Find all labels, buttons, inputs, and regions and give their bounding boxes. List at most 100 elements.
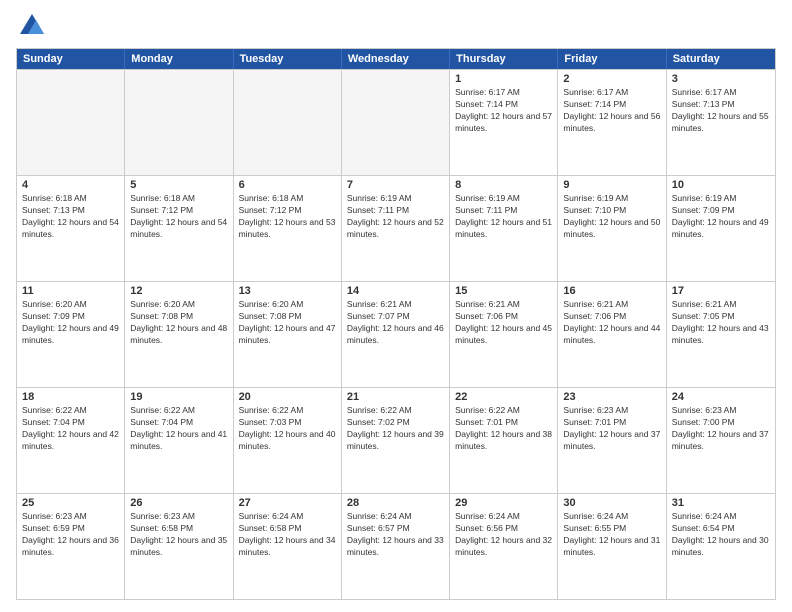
cell-info: Sunrise: 6:24 AMSunset: 6:57 PMDaylight:… (347, 511, 444, 559)
calendar-row-0: 1 Sunrise: 6:17 AMSunset: 7:14 PMDaylight… (17, 69, 775, 175)
cell-info: Sunrise: 6:24 AMSunset: 6:58 PMDaylight:… (239, 511, 336, 559)
header-cell-saturday: Saturday (667, 49, 775, 69)
calendar: SundayMondayTuesdayWednesdayThursdayFrid… (16, 48, 776, 600)
day-number: 29 (455, 497, 552, 509)
calendar-cell: 16Sunrise: 6:21 AMSunset: 7:06 PMDayligh… (558, 282, 666, 387)
cell-info: Sunrise: 6:22 AMSunset: 7:01 PMDaylight:… (455, 405, 552, 453)
calendar-cell: 30 Sunrise: 6:24 AMSunset: 6:55 PMDayligh… (558, 494, 666, 599)
calendar-cell: 18Sunrise: 6:22 AMSunset: 7:04 PMDayligh… (17, 388, 125, 493)
calendar-cell: 20 Sunrise: 6:22 AMSunset: 7:03 PMDayligh… (234, 388, 342, 493)
cell-info: Sunrise: 6:21 AMSunset: 7:05 PMDaylight:… (672, 299, 770, 347)
cell-info: Sunrise: 6:21 AMSunset: 7:07 PMDaylight:… (347, 299, 444, 347)
calendar-cell: 21 Sunrise: 6:22 AMSunset: 7:02 PMDayligh… (342, 388, 450, 493)
calendar-cell: 3 Sunrise: 6:17 AMSunset: 7:13 PMDaylight… (667, 70, 775, 175)
calendar-cell: 17Sunrise: 6:21 AMSunset: 7:05 PMDayligh… (667, 282, 775, 387)
calendar-cell (342, 70, 450, 175)
header-cell-sunday: Sunday (17, 49, 125, 69)
cell-info: Sunrise: 6:18 AMSunset: 7:12 PMDaylight:… (239, 193, 336, 241)
calendar-cell: 4 Sunrise: 6:18 AMSunset: 7:13 PMDaylight… (17, 176, 125, 281)
day-number: 6 (239, 179, 336, 191)
day-number: 4 (22, 179, 119, 191)
calendar-cell: 10Sunrise: 6:19 AMSunset: 7:09 PMDayligh… (667, 176, 775, 281)
cell-info: Sunrise: 6:23 AMSunset: 7:00 PMDaylight:… (672, 405, 770, 453)
day-number: 20 (239, 391, 336, 403)
cell-info: Sunrise: 6:24 AMSunset: 6:54 PMDaylight:… (672, 511, 770, 559)
calendar-cell: 8 Sunrise: 6:19 AMSunset: 7:11 PMDaylight… (450, 176, 558, 281)
day-number: 31 (672, 497, 770, 509)
calendar-cell: 9 Sunrise: 6:19 AMSunset: 7:10 PMDaylight… (558, 176, 666, 281)
calendar-cell: 26 Sunrise: 6:23 AMSunset: 6:58 PMDayligh… (125, 494, 233, 599)
day-number: 1 (455, 73, 552, 85)
day-number: 3 (672, 73, 770, 85)
day-number: 16 (563, 285, 660, 297)
day-number: 21 (347, 391, 444, 403)
cell-info: Sunrise: 6:17 AMSunset: 7:14 PMDaylight:… (455, 87, 552, 135)
cell-info: Sunrise: 6:20 AMSunset: 7:08 PMDaylight:… (239, 299, 336, 347)
calendar-cell: 7 Sunrise: 6:19 AMSunset: 7:11 PMDaylight… (342, 176, 450, 281)
header-cell-friday: Friday (558, 49, 666, 69)
day-number: 7 (347, 179, 444, 191)
calendar-cell: 15Sunrise: 6:21 AMSunset: 7:06 PMDayligh… (450, 282, 558, 387)
calendar-row-1: 4 Sunrise: 6:18 AMSunset: 7:13 PMDaylight… (17, 175, 775, 281)
header-cell-tuesday: Tuesday (234, 49, 342, 69)
cell-info: Sunrise: 6:22 AMSunset: 7:03 PMDaylight:… (239, 405, 336, 453)
cell-info: Sunrise: 6:20 AMSunset: 7:08 PMDaylight:… (130, 299, 227, 347)
day-number: 13 (239, 285, 336, 297)
calendar-cell: 12 Sunrise: 6:20 AMSunset: 7:08 PMDayligh… (125, 282, 233, 387)
cell-info: Sunrise: 6:18 AMSunset: 7:13 PMDaylight:… (22, 193, 119, 241)
day-number: 12 (130, 285, 227, 297)
logo-icon (18, 12, 46, 40)
calendar-cell: 6 Sunrise: 6:18 AMSunset: 7:12 PMDaylight… (234, 176, 342, 281)
day-number: 19 (130, 391, 227, 403)
calendar-cell: 22Sunrise: 6:22 AMSunset: 7:01 PMDayligh… (450, 388, 558, 493)
calendar-cell: 19Sunrise: 6:22 AMSunset: 7:04 PMDayligh… (125, 388, 233, 493)
calendar-cell: 1 Sunrise: 6:17 AMSunset: 7:14 PMDaylight… (450, 70, 558, 175)
page: SundayMondayTuesdayWednesdayThursdayFrid… (0, 0, 792, 612)
day-number: 25 (22, 497, 119, 509)
cell-info: Sunrise: 6:23 AMSunset: 6:58 PMDaylight:… (130, 511, 227, 559)
cell-info: Sunrise: 6:23 AMSunset: 7:01 PMDaylight:… (563, 405, 660, 453)
day-number: 8 (455, 179, 552, 191)
calendar-cell: 31 Sunrise: 6:24 AMSunset: 6:54 PMDayligh… (667, 494, 775, 599)
calendar-cell: 27 Sunrise: 6:24 AMSunset: 6:58 PMDayligh… (234, 494, 342, 599)
day-number: 9 (563, 179, 660, 191)
calendar-cell: 28 Sunrise: 6:24 AMSunset: 6:57 PMDayligh… (342, 494, 450, 599)
cell-info: Sunrise: 6:19 AMSunset: 7:09 PMDaylight:… (672, 193, 770, 241)
day-number: 26 (130, 497, 227, 509)
calendar-cell: 13 Sunrise: 6:20 AMSunset: 7:08 PMDayligh… (234, 282, 342, 387)
cell-info: Sunrise: 6:19 AMSunset: 7:11 PMDaylight:… (455, 193, 552, 241)
logo (16, 12, 46, 40)
calendar-cell: 14 Sunrise: 6:21 AMSunset: 7:07 PMDayligh… (342, 282, 450, 387)
calendar-cell: 24 Sunrise: 6:23 AMSunset: 7:00 PMDayligh… (667, 388, 775, 493)
calendar-cell: 23Sunrise: 6:23 AMSunset: 7:01 PMDayligh… (558, 388, 666, 493)
cell-info: Sunrise: 6:22 AMSunset: 7:04 PMDaylight:… (22, 405, 119, 453)
cell-info: Sunrise: 6:22 AMSunset: 7:02 PMDaylight:… (347, 405, 444, 453)
cell-info: Sunrise: 6:24 AMSunset: 6:55 PMDaylight:… (563, 511, 660, 559)
cell-info: Sunrise: 6:17 AMSunset: 7:14 PMDaylight:… (563, 87, 660, 135)
cell-info: Sunrise: 6:18 AMSunset: 7:12 PMDaylight:… (130, 193, 227, 241)
day-number: 24 (672, 391, 770, 403)
cell-info: Sunrise: 6:19 AMSunset: 7:11 PMDaylight:… (347, 193, 444, 241)
day-number: 11 (22, 285, 119, 297)
calendar-row-2: 11Sunrise: 6:20 AMSunset: 7:09 PMDayligh… (17, 281, 775, 387)
cell-info: Sunrise: 6:17 AMSunset: 7:13 PMDaylight:… (672, 87, 770, 135)
header (16, 12, 776, 40)
calendar-body: 1 Sunrise: 6:17 AMSunset: 7:14 PMDaylight… (17, 69, 775, 599)
calendar-cell: 5 Sunrise: 6:18 AMSunset: 7:12 PMDaylight… (125, 176, 233, 281)
day-number: 14 (347, 285, 444, 297)
day-number: 2 (563, 73, 660, 85)
day-number: 30 (563, 497, 660, 509)
day-number: 5 (130, 179, 227, 191)
day-number: 28 (347, 497, 444, 509)
day-number: 27 (239, 497, 336, 509)
calendar-cell (125, 70, 233, 175)
calendar-row-4: 25Sunrise: 6:23 AMSunset: 6:59 PMDayligh… (17, 493, 775, 599)
calendar-header: SundayMondayTuesdayWednesdayThursdayFrid… (17, 49, 775, 69)
header-cell-wednesday: Wednesday (342, 49, 450, 69)
calendar-row-3: 18Sunrise: 6:22 AMSunset: 7:04 PMDayligh… (17, 387, 775, 493)
calendar-cell: 29Sunrise: 6:24 AMSunset: 6:56 PMDayligh… (450, 494, 558, 599)
cell-info: Sunrise: 6:19 AMSunset: 7:10 PMDaylight:… (563, 193, 660, 241)
calendar-cell: 2 Sunrise: 6:17 AMSunset: 7:14 PMDaylight… (558, 70, 666, 175)
logo-block (16, 12, 46, 40)
header-cell-thursday: Thursday (450, 49, 558, 69)
